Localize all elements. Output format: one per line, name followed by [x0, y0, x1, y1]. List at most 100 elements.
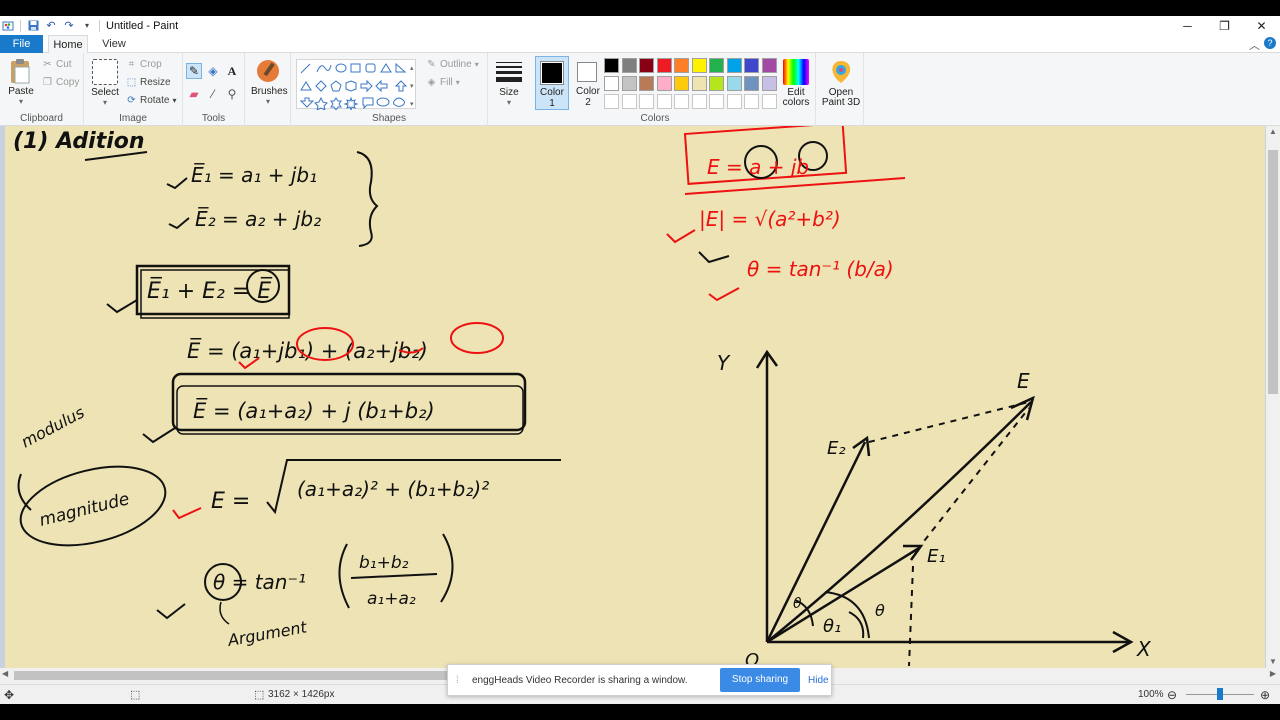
custom-color-slot[interactable]	[621, 94, 637, 109]
text-tool-icon[interactable]: A	[224, 63, 240, 79]
magnifier-icon[interactable]: ⚲	[224, 86, 240, 102]
custom-color-slot[interactable]	[604, 94, 619, 109]
palette-color-swatch[interactable]	[761, 76, 777, 91]
palette-color-swatch[interactable]	[709, 58, 724, 73]
paste-button[interactable]: Paste ▾	[6, 58, 36, 107]
vertical-scroll-thumb[interactable]	[1268, 150, 1278, 394]
color2-button[interactable]: Color 2	[571, 56, 605, 110]
tab-home[interactable]: Home	[48, 35, 88, 54]
zoom-percent: 100%	[1138, 689, 1164, 700]
brushes-dropdown-icon[interactable]: ▾	[251, 97, 285, 107]
close-button[interactable]: ✕	[1243, 16, 1280, 35]
palette-color-swatch[interactable]	[639, 76, 654, 91]
pencil-icon[interactable]: ✎	[186, 63, 202, 79]
brushes-button[interactable]: Brushes ▾	[251, 58, 288, 107]
custom-color-slot[interactable]	[674, 94, 689, 109]
color1-swatch	[540, 61, 564, 85]
select-button[interactable]: Select ▾	[90, 59, 120, 108]
save-icon[interactable]	[27, 20, 39, 32]
hide-button[interactable]: Hide	[808, 675, 829, 686]
palette-color-swatch[interactable]	[744, 76, 759, 91]
paste-label: Paste	[8, 86, 34, 97]
minimize-button[interactable]: ─	[1169, 16, 1206, 35]
scroll-right-icon[interactable]: ▶	[1270, 669, 1276, 678]
palette-color-swatch[interactable]	[691, 58, 707, 73]
custom-color-slot[interactable]	[639, 94, 654, 109]
tab-file[interactable]: File	[0, 35, 43, 53]
fill-bucket-icon[interactable]: ◈	[205, 63, 221, 79]
custom-color-slot[interactable]	[691, 94, 707, 109]
color-picker-icon[interactable]: ⁄	[205, 86, 221, 102]
palette-color-swatch[interactable]	[621, 58, 637, 73]
note-mag-lhs: E =	[211, 489, 250, 514]
drag-handle-icon[interactable]: ⁞	[456, 675, 466, 686]
customize-qat-icon[interactable]: ▾	[81, 20, 93, 32]
rotate-dropdown-icon[interactable]: ▾	[172, 96, 176, 105]
share-message: enggHeads Video Recorder is sharing a wi…	[472, 674, 688, 686]
copy-button[interactable]: ❐ Copy	[42, 77, 79, 88]
palette-color-swatch[interactable]	[726, 76, 742, 91]
palette-color-swatch[interactable]	[639, 58, 654, 73]
fill-dropdown-icon[interactable]: ▾	[456, 78, 460, 87]
zoom-out-icon[interactable]: ⊖	[1167, 688, 1177, 702]
note-mag-rhs: (a₁+a₂)² + (b₁+b₂)²	[297, 477, 489, 501]
horizontal-scroll-thumb[interactable]	[14, 671, 454, 680]
select-dropdown-icon[interactable]: ▾	[90, 98, 120, 108]
palette-color-swatch[interactable]	[656, 76, 672, 91]
edit-colors-button[interactable]: Edit colors	[781, 59, 811, 108]
paint-app-icon[interactable]	[2, 20, 14, 32]
custom-color-slot[interactable]	[744, 94, 759, 109]
outline-dropdown-icon[interactable]: ▾	[475, 60, 479, 69]
palette-color-swatch[interactable]	[621, 76, 637, 91]
size-button[interactable]: Size ▾	[494, 59, 524, 108]
restore-button[interactable]: ❐	[1206, 16, 1243, 35]
image-group-label: Image	[119, 113, 147, 124]
note-theta-den: a₁+a₂	[367, 589, 416, 609]
collapse-ribbon-icon[interactable]: ︿	[1249, 37, 1260, 53]
palette-color-swatch[interactable]	[744, 58, 759, 73]
paint3d-icon	[828, 59, 854, 85]
crop-button[interactable]: ⌗ Crop	[126, 59, 162, 70]
shapes-gallery[interactable]: ▴ ▾ ▾	[296, 59, 416, 110]
vector-e1-label: E₁	[927, 546, 946, 567]
note-argument: Argument	[225, 617, 308, 650]
paste-dropdown-icon[interactable]: ▾	[6, 97, 36, 107]
palette-color-swatch[interactable]	[691, 76, 707, 91]
rotate-button[interactable]: ⟳ Rotate ▾	[126, 95, 176, 106]
size-dropdown-icon[interactable]: ▾	[494, 98, 524, 108]
palette-color-swatch[interactable]	[604, 76, 619, 91]
custom-color-slot[interactable]	[726, 94, 742, 109]
palette-color-swatch[interactable]	[674, 76, 689, 91]
custom-color-slot[interactable]	[709, 94, 724, 109]
custom-color-slot[interactable]	[761, 94, 777, 109]
open-paint3d-button[interactable]: Open Paint 3D	[818, 59, 864, 108]
outline-button[interactable]: ✎ Outline ▾	[426, 59, 479, 70]
palette-color-swatch[interactable]	[709, 76, 724, 91]
tab-view[interactable]: View	[96, 35, 132, 53]
drawing-canvas[interactable]: (1) Adition E̅₁ = a₁ + jb₁ E̅₂ = a₂ + jb…	[5, 126, 1265, 668]
redo-icon[interactable]: ↷	[63, 20, 75, 32]
title-bar: ↶ ↷ ▾ Untitled - Paint ─ ❐ ✕	[0, 16, 1280, 35]
zoom-slider-thumb[interactable]	[1217, 688, 1223, 700]
custom-color-slot[interactable]	[656, 94, 672, 109]
scroll-left-icon[interactable]: ◀	[2, 669, 8, 678]
palette-color-swatch[interactable]	[656, 58, 672, 73]
note-polar-box: E = a + jb	[707, 155, 809, 179]
bottom-letterbox	[0, 704, 1280, 720]
palette-color-swatch[interactable]	[726, 58, 742, 73]
resize-button[interactable]: ⬚ Resize	[126, 77, 171, 88]
fill-button[interactable]: ◈ Fill ▾	[426, 77, 460, 88]
help-icon[interactable]: ?	[1264, 37, 1276, 49]
undo-icon[interactable]: ↶	[45, 20, 57, 32]
palette-color-swatch[interactable]	[761, 58, 777, 73]
color1-button[interactable]: Color 1	[535, 56, 569, 110]
scroll-down-icon[interactable]: ▼	[1266, 656, 1280, 668]
axis-x-label: X	[1136, 637, 1152, 661]
zoom-in-icon[interactable]: ⊕	[1260, 688, 1270, 702]
palette-color-swatch[interactable]	[604, 58, 619, 73]
palette-color-swatch[interactable]	[674, 58, 689, 73]
cut-button[interactable]: ✂ Cut	[42, 59, 71, 70]
eraser-icon[interactable]: ▰	[186, 86, 202, 102]
stop-sharing-button[interactable]: Stop sharing	[720, 668, 800, 692]
scroll-up-icon[interactable]: ▲	[1266, 126, 1280, 138]
